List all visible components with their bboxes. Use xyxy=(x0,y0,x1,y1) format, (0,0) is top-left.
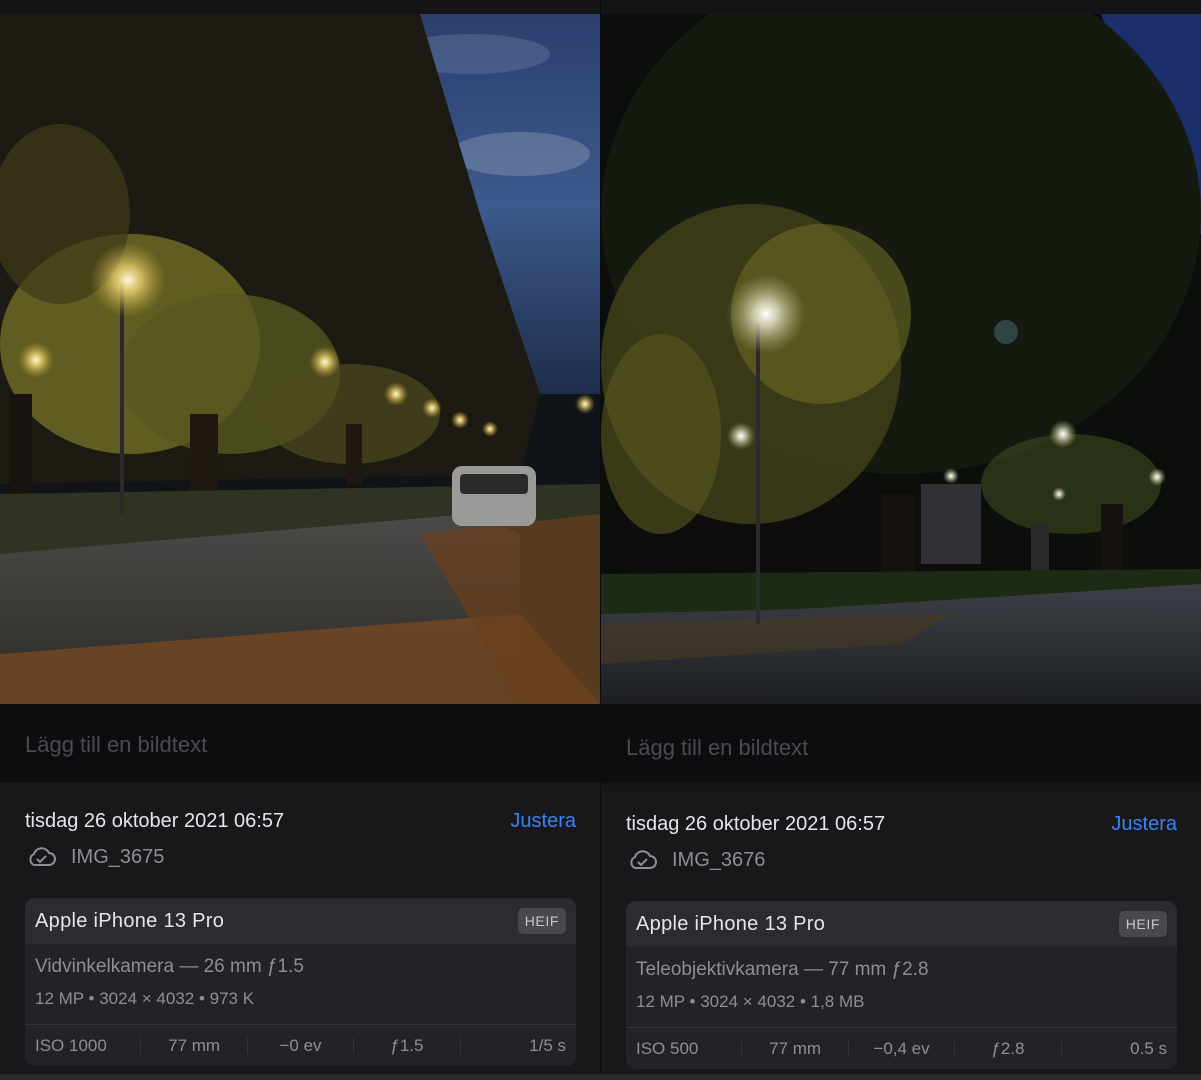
photo-datetime: tisdag 26 oktober 2021 06:57 xyxy=(626,813,886,835)
exif-card: Apple iPhone 13 Pro HEIF Teleobjektivkam… xyxy=(626,901,1177,1069)
adjust-button[interactable]: Justera xyxy=(1111,813,1177,836)
adjust-button[interactable]: Justera xyxy=(510,810,576,833)
image-specs: 12 MP • 3024 × 4032 • 1,8 MB xyxy=(636,992,865,1011)
exif-focal-length: 77 mm xyxy=(141,1037,248,1054)
photo-image[interactable] xyxy=(601,14,1201,704)
file-row: IMG_3675 xyxy=(25,844,164,870)
photo-info-panel-left: Lägg till en bildtext tisdag 26 oktober … xyxy=(0,0,600,1080)
photo-datetime: tisdag 26 oktober 2021 06:57 xyxy=(25,810,285,832)
device-name: Apple iPhone 13 Pro xyxy=(636,912,826,935)
exif-focal-length: 77 mm xyxy=(742,1040,849,1057)
photo-info: tisdag 26 oktober 2021 06:57 Justera IMG… xyxy=(601,785,1201,1080)
image-specs: 12 MP • 3024 × 4032 • 973 K xyxy=(35,989,255,1008)
photo-info: tisdag 26 oktober 2021 06:57 Justera IMG… xyxy=(0,782,600,1080)
exif-card-header: Apple iPhone 13 Pro HEIF xyxy=(626,901,1177,947)
exif-shutter: 0.5 s xyxy=(1130,1038,1168,1058)
lens-info: Vidvinkelkamera — 26 mm ƒ1.5 xyxy=(35,956,304,977)
cloud-check-icon xyxy=(29,847,56,866)
night-park-photo xyxy=(601,14,1201,704)
device-name: Apple iPhone 13 Pro xyxy=(35,909,225,932)
caption-input[interactable]: Lägg till en bildtext xyxy=(25,732,207,758)
exif-card-header: Apple iPhone 13 Pro HEIF xyxy=(25,898,576,944)
night-street-photo xyxy=(0,14,600,704)
caption-input[interactable]: Lägg till en bildtext xyxy=(626,735,808,761)
filename: IMG_3676 xyxy=(672,848,766,871)
exif-shutter: 1/5 s xyxy=(529,1035,567,1055)
format-badge: HEIF xyxy=(1118,911,1167,937)
exif-iso: ISO 500 xyxy=(626,1040,743,1057)
format-badge: HEIF xyxy=(517,908,566,934)
bottom-bar xyxy=(0,1074,1201,1080)
file-row: IMG_3676 xyxy=(626,847,765,873)
exif-row: ISO 1000 77 mm −0 ev ƒ1.5 1/5 s xyxy=(25,1024,576,1066)
caption-area[interactable]: Lägg till en bildtext xyxy=(601,704,1201,782)
photo-image[interactable] xyxy=(0,14,600,704)
caption-area[interactable]: Lägg till en bildtext xyxy=(0,704,600,782)
filename: IMG_3675 xyxy=(71,845,165,868)
exif-card: Apple iPhone 13 Pro HEIF Vidvinkelkamera… xyxy=(25,898,576,1066)
exif-row: ISO 500 77 mm −0,4 ev ƒ2.8 0.5 s xyxy=(626,1027,1177,1069)
cloud-check-icon xyxy=(630,850,657,869)
exif-exposure-bias: −0 ev xyxy=(248,1037,355,1054)
exif-aperture: ƒ2.8 xyxy=(955,1040,1062,1057)
exif-iso: ISO 1000 xyxy=(25,1037,142,1054)
lens-info: Teleobjektivkamera — 77 mm ƒ2.8 xyxy=(636,959,929,980)
photo-info-panel-right: Lägg till en bildtext tisdag 26 oktober … xyxy=(601,0,1201,1080)
exif-aperture: ƒ1.5 xyxy=(354,1037,461,1054)
exif-exposure-bias: −0,4 ev xyxy=(849,1040,956,1057)
